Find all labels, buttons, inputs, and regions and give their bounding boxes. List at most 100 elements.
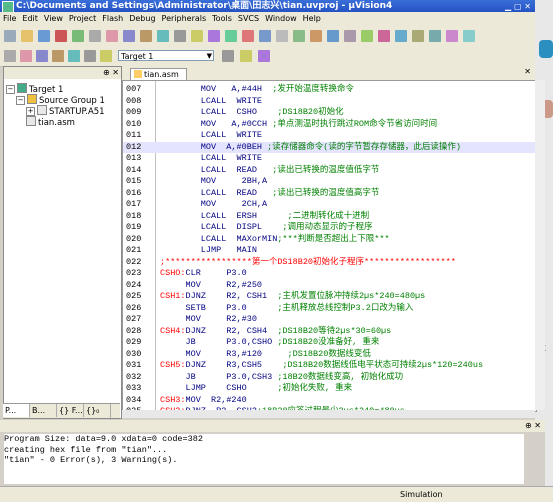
project-tab[interactable]: {} F... (57, 404, 84, 417)
code-line[interactable]: 028 CSH4:DJNZ R2, CSH4 ;DS18B20等待2µs*30=6… (123, 326, 536, 338)
code-editor[interactable]: 007 MOV A,#44H ;发开始温度转换命令 008 LCALL WRITE… (122, 80, 537, 412)
build-button-icon[interactable] (68, 50, 80, 62)
code-line[interactable]: 015 MOV 2BH,A (123, 176, 536, 188)
toolbar-button-icon[interactable] (55, 30, 67, 42)
build-button-icon[interactable] (84, 50, 96, 62)
code-line[interactable]: 021 LJMP MAIN (123, 245, 536, 257)
editor-vertical-scrollbar[interactable] (535, 80, 545, 410)
toolbar-button-icon[interactable] (89, 30, 101, 42)
toolbar-button-icon[interactable] (72, 30, 84, 42)
close-icon[interactable]: ✕ (524, 67, 531, 76)
code-line[interactable]: 019 LCALL DISPL ;调用动态显示的子程序 (123, 222, 536, 234)
chevron-down-icon[interactable]: ▼ (207, 51, 212, 62)
toolbar-button-icon[interactable] (361, 30, 373, 42)
toolbar-button-icon[interactable] (106, 30, 118, 42)
code-line[interactable]: 029 JB P3.0,CSHO ;DS18B20没准备好, 重来 (123, 337, 536, 349)
toolbar-button-icon[interactable] (463, 30, 475, 42)
code-line[interactable]: 016 LCALL READ ;读出已转换的温度值高字节 (123, 188, 536, 200)
menu-item-tools[interactable]: Tools (209, 12, 235, 26)
toolbar-button-icon[interactable] (21, 30, 33, 42)
collapse-icon[interactable]: − (16, 96, 25, 105)
code-line[interactable]: 009 LCALL CSHO ;DS18B20初始化 (123, 107, 536, 119)
toolbar-button-icon[interactable] (123, 30, 135, 42)
build-button-icon[interactable] (100, 50, 112, 62)
tree-item[interactable]: − Target 1 (6, 83, 105, 95)
toolbar-button-icon[interactable] (395, 30, 407, 42)
build-button-icon[interactable] (4, 50, 16, 62)
project-tab[interactable]: B... (30, 404, 57, 417)
project-tab[interactable]: P... (3, 404, 30, 417)
toolbar-button-icon[interactable] (157, 30, 169, 42)
line-number: 021 (126, 245, 142, 255)
toolbar-button-icon[interactable] (225, 30, 237, 42)
tree-item[interactable]: tian.asm (6, 116, 105, 128)
code-line[interactable]: 020 LCALL MAXorMIN;***判断是否超出上下限*** (123, 234, 536, 246)
menu-item-debug[interactable]: Debug (126, 12, 158, 26)
code-line[interactable]: 010 MOV A,#0CCH ;单点测温时执行跳过ROM命令节省访问时间 (123, 119, 536, 131)
collapse-icon[interactable]: − (6, 85, 15, 94)
menu-item-view[interactable]: View (41, 12, 66, 26)
code-line[interactable]: 031 CSH5:DJNZ R3,CSH5 ;DS18B20数据线低电平状态可持续… (123, 360, 536, 372)
target-options-icon[interactable] (258, 50, 270, 62)
code-line[interactable]: 027 MOV R2,#30 (123, 314, 536, 326)
toolbar-button-icon[interactable] (378, 30, 390, 42)
code-line[interactable]: 022 ;*****************第一个DS18B20初始化子程序***… (123, 257, 536, 269)
build-button-icon[interactable] (20, 50, 32, 62)
code-line[interactable]: 023 CSHO:CLR P3.0 (123, 268, 536, 280)
code-line[interactable]: 008 LCALL WRITE (123, 96, 536, 108)
toolbar-button-icon[interactable] (412, 30, 424, 42)
code-line[interactable]: 014 LCALL READ ;读出已转换的温度值低字节 (123, 165, 536, 177)
target-select[interactable]: Target 1 ▼ (118, 50, 214, 61)
code-line[interactable]: 033 LJMP CSHO ;初始化失败, 重来 (123, 383, 536, 395)
menu-item-window[interactable]: Window (262, 12, 300, 26)
toolbar-button-icon[interactable] (429, 30, 441, 42)
toolbar-button-icon[interactable] (191, 30, 203, 42)
code-line[interactable]: 030 MOV R3,#120 ;DS18B20数据线变低 (123, 349, 536, 361)
toolbar-button-icon[interactable] (174, 30, 186, 42)
code-line[interactable]: 011 LCALL WRITE (123, 130, 536, 142)
code-line[interactable]: 012 MOV A,#0BEH ;读存储器命令(读的字节暂存存储器，此后读操作) (123, 141, 536, 153)
menu-item-edit[interactable]: Edit (19, 12, 41, 26)
toolbar-button-icon[interactable] (242, 30, 254, 42)
menu-item-peripherals[interactable]: Peripherals (159, 12, 210, 26)
code-line[interactable]: 034 CSH3:MOV R2,#240 (123, 395, 536, 407)
toolbar-button-icon[interactable] (344, 30, 356, 42)
menu-item-svcs[interactable]: SVCS (235, 12, 262, 26)
app-icon-blue (539, 40, 553, 58)
code-line[interactable]: 018 LCALL ERSH ;二进制转化成十进制 (123, 211, 536, 223)
toolbar-button-icon[interactable] (327, 30, 339, 42)
toolbar-button-icon[interactable] (293, 30, 305, 42)
build-button-icon[interactable] (52, 50, 64, 62)
toolbar-button-icon[interactable] (38, 30, 50, 42)
code-line[interactable]: 025 CSH1:DJNZ R2, CSH1 ;主机发置位脉冲持续2µs*240=… (123, 291, 536, 303)
code-line[interactable]: 017 MOV 2CH,A (123, 199, 536, 211)
file-icon (26, 116, 36, 126)
code-line[interactable]: 007 MOV A,#44H ;发开始温度转换命令 (123, 84, 536, 96)
toolbar-button-icon[interactable] (140, 30, 152, 42)
title-bar: C:\Documents and Settings\Administrator\… (0, 0, 553, 13)
code-line[interactable]: 013 LCALL WRITE (123, 153, 536, 165)
target-options-icon[interactable] (222, 50, 234, 62)
build-button-icon[interactable] (36, 50, 48, 62)
tree-item[interactable]: − Source Group 1 (6, 94, 105, 106)
code-line[interactable]: 026 SETB P3.0 ;主机释放总线控制P3.2口改为输入 (123, 303, 536, 315)
menu-item-flash[interactable]: Flash (99, 12, 126, 26)
menu-item-file[interactable]: File (0, 12, 19, 26)
toolbar-button-icon[interactable] (4, 30, 16, 42)
editor-horizontal-scrollbar[interactable] (122, 410, 535, 418)
code-line[interactable]: 024 MOV R2,#250 (123, 280, 536, 292)
output-line: "tian" - 0 Error(s), 3 Warning(s). (4, 455, 178, 465)
panel-pin-close-icon[interactable]: ⊕ ✕ (103, 68, 119, 77)
toolbar-button-icon[interactable] (310, 30, 322, 42)
toolbar-button-icon[interactable] (446, 30, 458, 42)
panel-pin-close-icon[interactable]: ⊕ ✕ (525, 421, 541, 430)
target-options-icon[interactable] (240, 50, 252, 62)
toolbar-button-icon[interactable] (208, 30, 220, 42)
tree-item[interactable]: + STARTUP.A51 (6, 105, 105, 117)
expand-icon[interactable]: + (26, 107, 35, 116)
toolbar-button-icon[interactable] (276, 30, 288, 42)
menu-item-project[interactable]: Project (66, 12, 99, 26)
toolbar-button-icon[interactable] (259, 30, 271, 42)
menu-item-help[interactable]: Help (300, 12, 324, 26)
code-line[interactable]: 032 JB P3.0,CSH3 ;18B20数据线变高, 初始化成功 (123, 372, 536, 384)
